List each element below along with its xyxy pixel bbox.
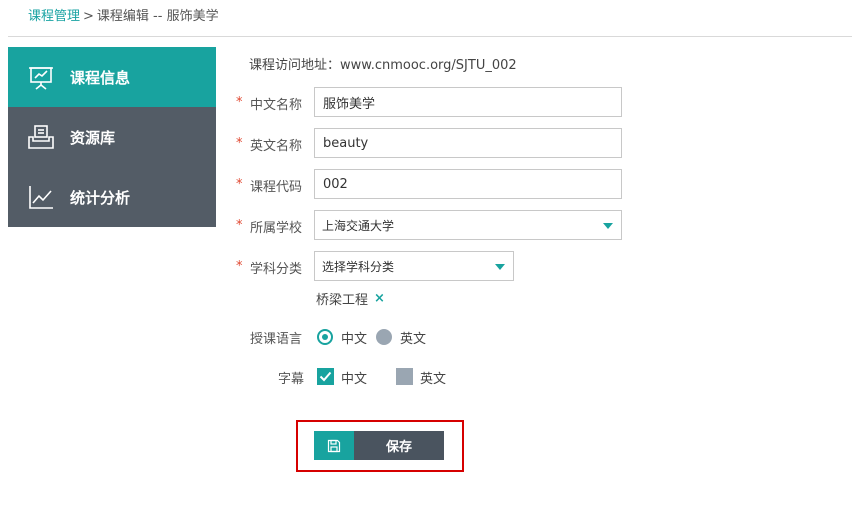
language-option-chinese-label: 中文 <box>341 332 368 347</box>
checkmark-icon <box>319 371 332 382</box>
en-name-label: 英文名称 <box>250 139 303 154</box>
subtitle-option-chinese-label: 中文 <box>341 372 368 387</box>
sidebar-item-label: 课程信息 <box>70 68 131 87</box>
language-option-english-label: 英文 <box>400 332 427 347</box>
subject-label: 学科分类 <box>250 262 303 277</box>
subject-select-placeholder: 选择学科分类 <box>322 259 395 274</box>
breadcrumb: 课程管理 > 课程编辑 -- 服饰美学 <box>28 8 219 26</box>
subtitles-label: 字幕 <box>278 372 305 387</box>
cn-name-label: 中文名称 <box>250 98 303 113</box>
presentation-board-icon <box>26 62 56 92</box>
subtitle-checkbox-english[interactable] <box>396 368 413 385</box>
sidebar-item-label: 资源库 <box>70 128 116 147</box>
subtitle-checkbox-chinese[interactable] <box>317 368 334 385</box>
remove-tag-icon[interactable]: × <box>374 291 385 306</box>
course-url-value: www.cnmooc.org/SJTU_002 <box>340 58 517 73</box>
course-code-input[interactable] <box>314 169 622 199</box>
sidebar-item-statistics[interactable]: 统计分析 <box>8 167 216 227</box>
save-button[interactable]: 保存 <box>314 431 444 460</box>
language-radio-chinese[interactable] <box>317 329 333 345</box>
course-code-label: 课程代码 <box>250 180 303 195</box>
inbox-tray-icon <box>26 122 56 152</box>
school-label: 所属学校 <box>250 221 303 236</box>
breadcrumb-link-course-management[interactable]: 课程管理 <box>28 9 80 24</box>
school-select[interactable]: 上海交通大学 <box>314 210 622 240</box>
subtitle-option-english-label: 英文 <box>420 372 447 387</box>
required-mark: * <box>236 218 243 233</box>
required-mark: * <box>236 136 243 151</box>
sidebar-item-label: 统计分析 <box>70 188 131 207</box>
sidebar: 课程信息 资源库 统计分析 <box>8 47 216 227</box>
breadcrumb-current: 课程编辑 -- 服饰美学 <box>96 9 219 24</box>
course-url-row: 课程访问地址：www.cnmooc.org/SJTU_002 <box>249 54 517 73</box>
breadcrumb-separator: > <box>83 9 94 24</box>
course-url-label: 课程访问地址： <box>249 58 341 73</box>
sidebar-item-course-info[interactable]: 课程信息 <box>8 47 216 107</box>
language-label: 授课语言 <box>250 332 303 347</box>
subject-tag: 桥梁工程 × <box>316 289 385 308</box>
subject-select[interactable]: 选择学科分类 <box>314 251 514 281</box>
cn-name-input[interactable] <box>314 87 622 117</box>
line-chart-icon <box>26 182 56 212</box>
chevron-down-icon <box>495 264 505 270</box>
language-radio-english[interactable] <box>376 329 392 345</box>
chevron-down-icon <box>603 223 613 229</box>
save-button-label: 保存 <box>354 431 444 460</box>
school-select-value: 上海交通大学 <box>322 218 395 233</box>
subject-tag-label: 桥梁工程 <box>316 293 369 308</box>
required-mark: * <box>236 259 243 274</box>
required-mark: * <box>236 95 243 110</box>
required-mark: * <box>236 177 243 192</box>
header-divider <box>8 36 852 37</box>
en-name-input[interactable] <box>314 128 622 158</box>
sidebar-item-resource-library[interactable]: 资源库 <box>8 107 216 167</box>
save-icon <box>314 431 354 460</box>
